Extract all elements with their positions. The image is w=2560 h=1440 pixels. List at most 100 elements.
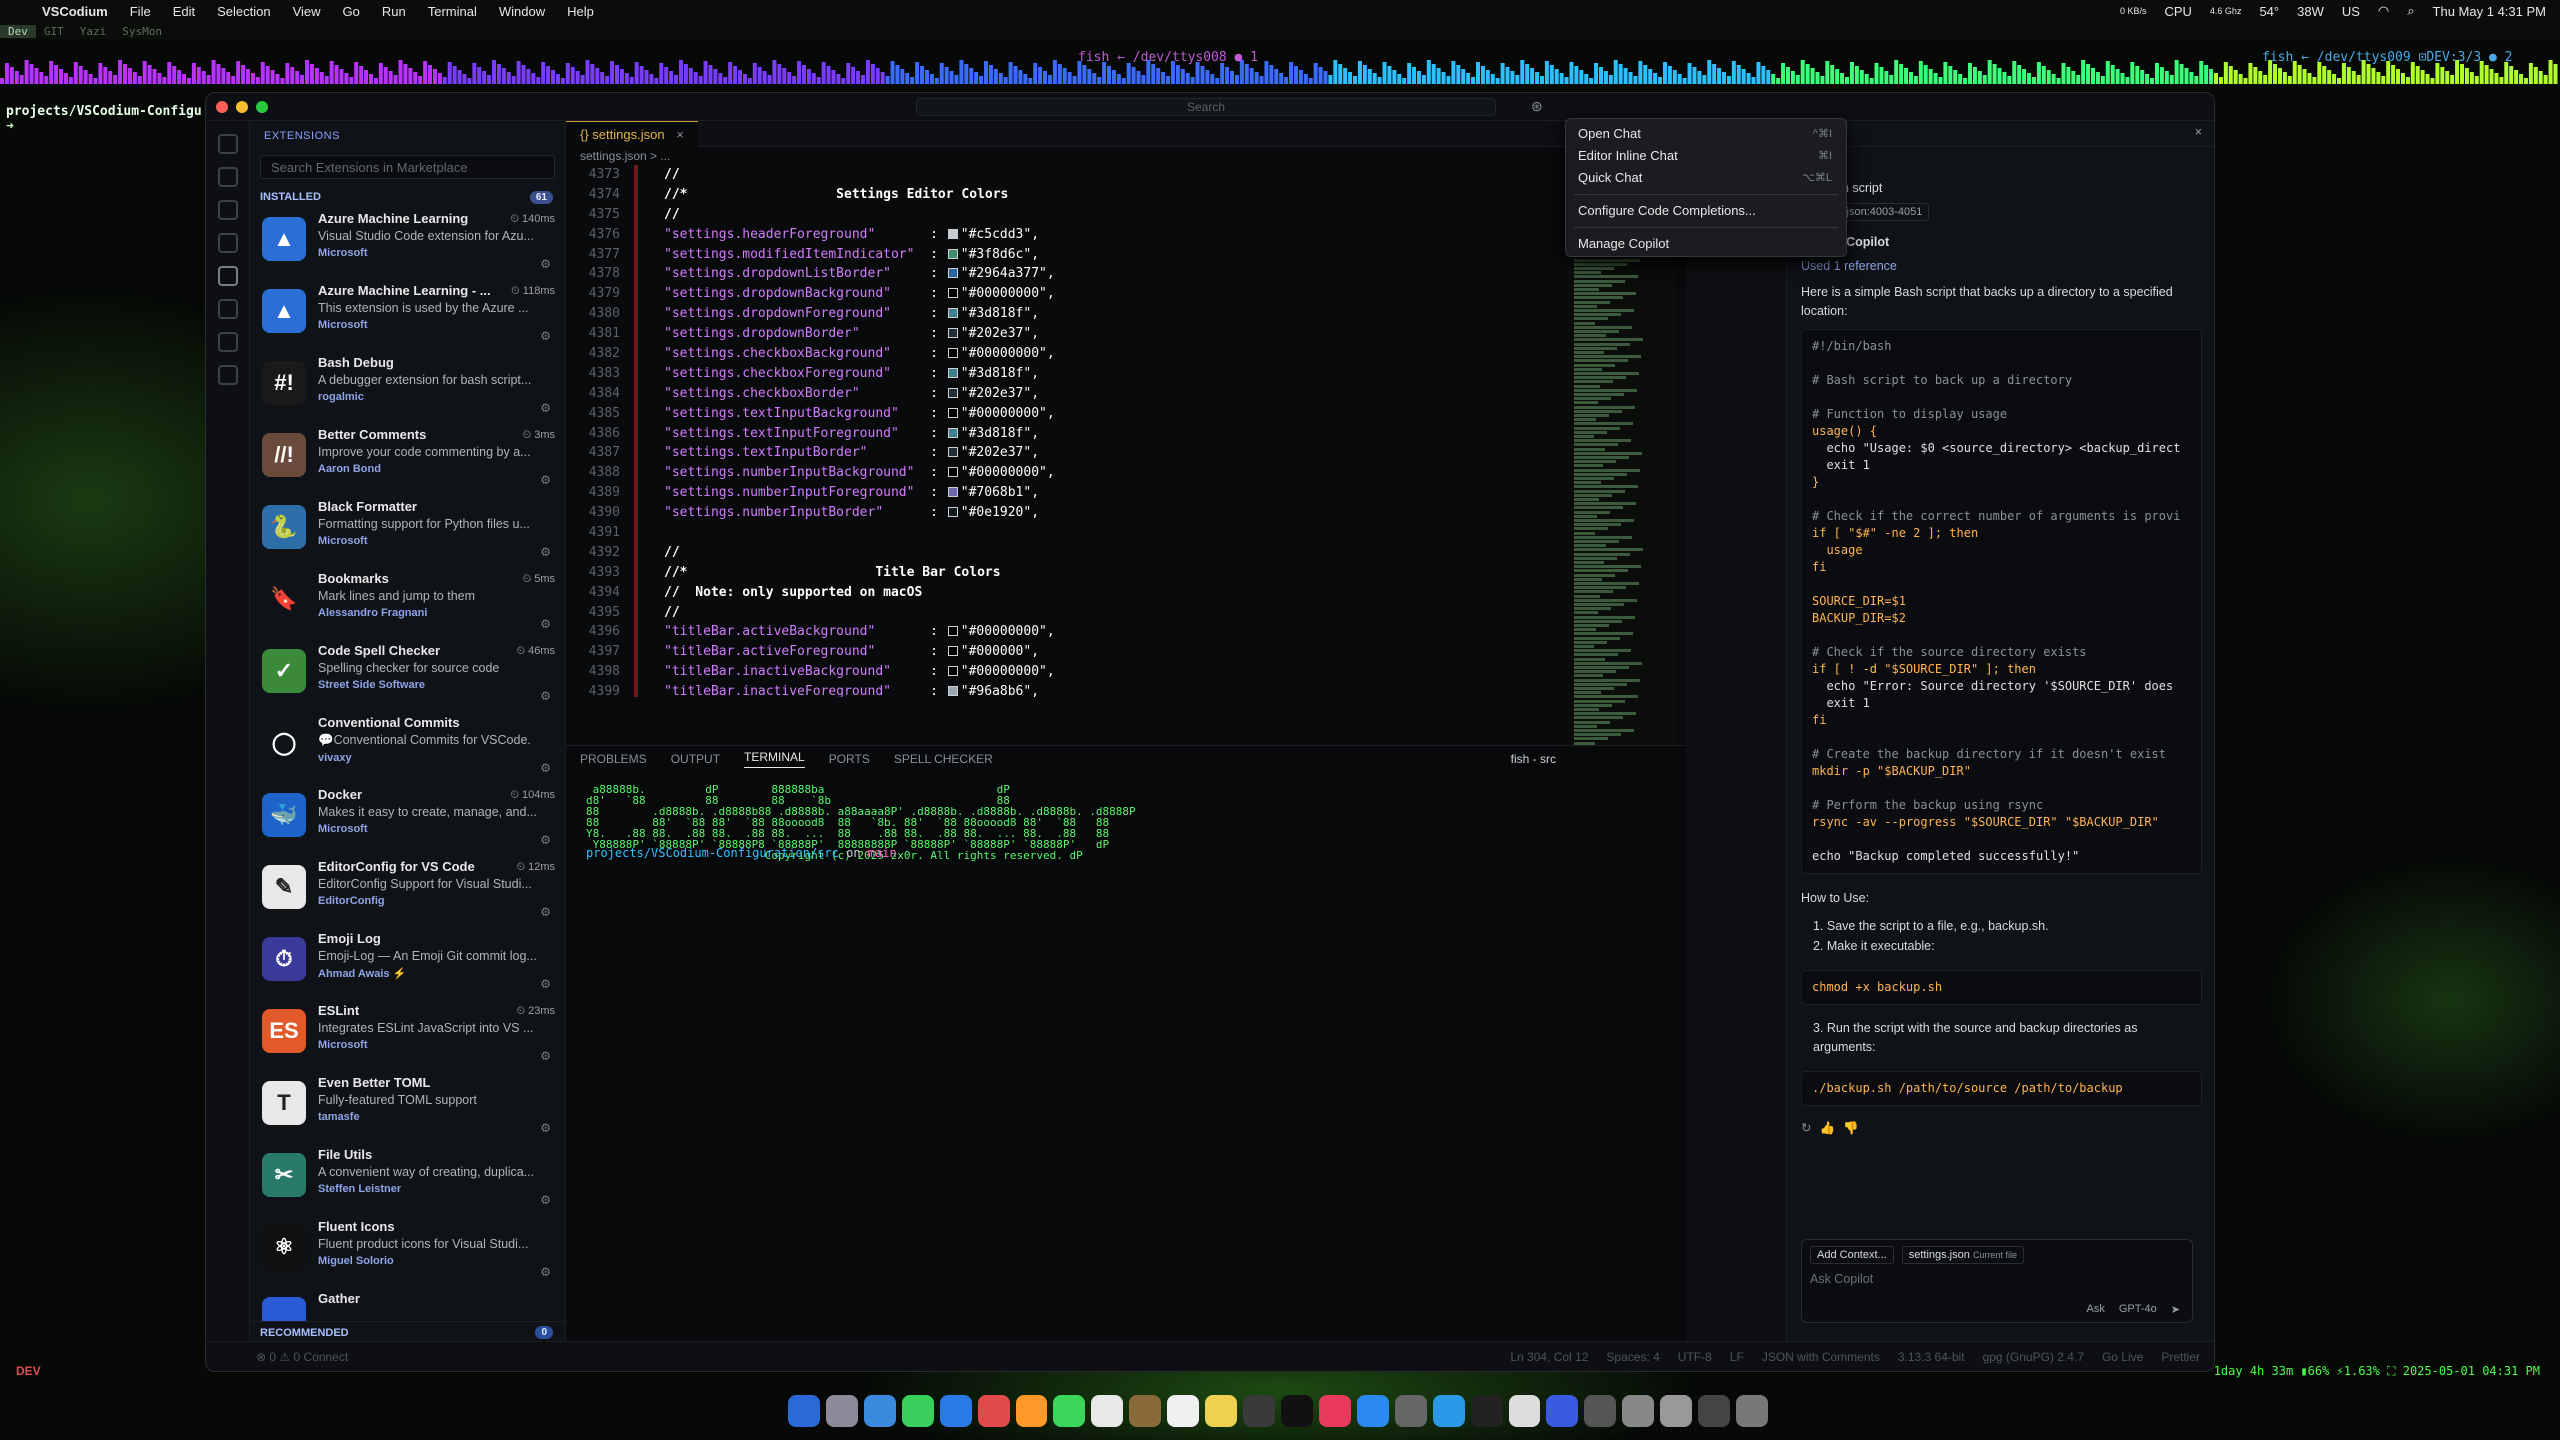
gear-icon[interactable]: ⚙ — [540, 473, 551, 487]
dock-app-icon[interactable] — [1129, 1395, 1162, 1427]
dock-app-icon[interactable] — [1584, 1395, 1617, 1427]
tmux-window-sysmon[interactable]: SysMon — [114, 25, 170, 38]
menu-terminal[interactable]: Terminal — [428, 4, 477, 19]
extensions-icon[interactable] — [218, 266, 238, 286]
gear-icon[interactable]: ⚙ — [540, 977, 551, 991]
menu-manage-copilot[interactable]: Manage Copilot — [1566, 233, 1846, 255]
dock-app-icon[interactable] — [1432, 1395, 1465, 1427]
dock-app-icon[interactable] — [1508, 1395, 1541, 1427]
dock-app-icon[interactable] — [1546, 1395, 1579, 1427]
menu-go[interactable]: Go — [343, 4, 360, 19]
dock-app-icon[interactable] — [825, 1395, 858, 1427]
extension-item[interactable]: #! Bash Debug A debugger extension for b… — [250, 351, 565, 423]
chat-input-field[interactable]: Ask Copilot — [1802, 1270, 2192, 1288]
search-view-icon[interactable] — [218, 167, 238, 187]
extension-item[interactable]: ✎ EditorConfig for VS Code EditorConfig … — [250, 855, 565, 927]
used-references[interactable]: Used 1 reference — [1801, 259, 2202, 273]
extension-item[interactable]: ✓ Code Spell Checker Spelling checker fo… — [250, 639, 565, 711]
gear-icon[interactable]: ⚙ — [540, 1265, 551, 1279]
extension-item[interactable]: ⏱ Emoji Log Emoji-Log — An Emoji Git com… — [250, 927, 565, 999]
explorer-icon[interactable] — [218, 134, 238, 154]
left-terminal-pane[interactable]: projects/VSCodium-Configu ➜ — [6, 104, 202, 134]
color-swatch[interactable] — [947, 487, 958, 498]
color-swatch[interactable] — [947, 348, 958, 359]
gear-icon[interactable]: ⚙ — [540, 545, 551, 559]
tab-spell-checker[interactable]: SPELL CHECKER — [894, 752, 993, 766]
dock-app-icon[interactable] — [1205, 1395, 1238, 1427]
color-swatch[interactable] — [947, 507, 958, 518]
send-icon[interactable]: ➤ — [2171, 1303, 2180, 1316]
menu-configure-completions[interactable]: Configure Code Completions... — [1566, 200, 1846, 222]
status-python-version[interactable]: 3.13.3 64-bit — [1898, 1350, 1965, 1364]
tab-problems[interactable]: PROBLEMS — [580, 752, 647, 766]
menu-app-name[interactable]: VSCodium — [42, 4, 108, 19]
color-swatch[interactable] — [947, 427, 958, 438]
tmux-window-git[interactable]: GIT — [36, 25, 72, 38]
dock-app-icon[interactable] — [1167, 1395, 1200, 1427]
extension-item[interactable]: //! Better Comments Improve your code co… — [250, 423, 565, 495]
dock-app-icon[interactable] — [1318, 1395, 1351, 1427]
dock-app-icon[interactable] — [1470, 1395, 1503, 1427]
color-swatch[interactable] — [947, 447, 958, 458]
extension-item[interactable]: ◯ Conventional Commits 💬Conventional Com… — [250, 711, 565, 783]
gear-icon[interactable]: ⚙ — [540, 689, 551, 703]
close-window-button[interactable] — [216, 101, 228, 113]
menu-help[interactable]: Help — [567, 4, 594, 19]
dock-app-icon[interactable] — [1394, 1395, 1427, 1427]
status-language[interactable]: JSON with Comments — [1762, 1350, 1880, 1364]
testing-icon[interactable] — [218, 299, 238, 319]
dock-app-icon[interactable] — [1660, 1395, 1693, 1427]
dock-app-icon[interactable] — [901, 1395, 934, 1427]
retry-icon[interactable]: ↻ — [1801, 1121, 1819, 1135]
dock-app-icon[interactable] — [1622, 1395, 1655, 1427]
menu-inline-chat[interactable]: Editor Inline Chat ⌘I — [1566, 145, 1846, 167]
dock-app-icon[interactable] — [788, 1395, 820, 1427]
status-encoding[interactable]: UTF-8 — [1678, 1350, 1712, 1364]
containers-icon[interactable] — [218, 365, 238, 385]
run-debug-icon[interactable] — [218, 233, 238, 253]
dock-app-icon[interactable] — [1736, 1395, 1768, 1427]
color-swatch[interactable] — [947, 268, 958, 279]
gear-icon[interactable]: ⚙ — [540, 1049, 551, 1063]
chat-mode-picker[interactable]: Ask — [2087, 1303, 2105, 1316]
gear-icon[interactable]: ⚙ — [540, 257, 551, 271]
dock-app-icon[interactable] — [939, 1395, 972, 1427]
extension-item[interactable]: ▲ Azure Machine Learning Visual Studio C… — [250, 207, 565, 279]
extension-item[interactable]: ⚛ Fluent Icons Fluent product icons for … — [250, 1215, 565, 1287]
command-center-search[interactable]: Search — [916, 98, 1496, 116]
color-swatch[interactable] — [947, 248, 958, 259]
remote-explorer-icon[interactable] — [218, 332, 238, 352]
status-prettier[interactable]: Prettier — [2161, 1350, 2200, 1364]
dock-app-icon[interactable] — [1053, 1395, 1086, 1427]
gear-icon[interactable]: ⚙ — [540, 617, 551, 631]
color-swatch[interactable] — [947, 407, 958, 418]
input-language[interactable]: US — [2342, 4, 2360, 19]
gear-icon[interactable]: ⚙ — [540, 761, 551, 775]
breadcrumb[interactable]: settings.json > ... — [566, 147, 1686, 165]
menu-window[interactable]: Window — [499, 4, 545, 19]
color-swatch[interactable] — [947, 646, 958, 657]
gear-icon[interactable]: ⚙ — [540, 905, 551, 919]
extension-item[interactable]: ✂ File Utils A convenient way of creatin… — [250, 1143, 565, 1215]
dock-app-icon[interactable] — [1015, 1395, 1048, 1427]
menu-quick-chat[interactable]: Quick Chat ⌥⌘L — [1566, 167, 1846, 189]
extension-item[interactable]: 🐍 Black Formatter Formatting support for… — [250, 495, 565, 567]
status-indent[interactable]: Spaces: 4 — [1606, 1350, 1659, 1364]
chat-cmd-chmod[interactable]: chmod +x backup.sh — [1801, 970, 2202, 1005]
color-swatch[interactable] — [947, 467, 958, 478]
chat-code-block[interactable]: #!/bin/bash # Bash script to back up a d… — [1801, 329, 2202, 874]
color-swatch[interactable] — [947, 626, 958, 637]
context-file-chip[interactable]: settings.json Current file — [1901, 1246, 2024, 1264]
menu-edit[interactable]: Edit — [173, 4, 195, 19]
status-cursor-pos[interactable]: Ln 304, Col 12 — [1510, 1350, 1588, 1364]
tab-settings-json[interactable]: {} settings.json × — [566, 121, 698, 147]
add-context-button[interactable]: Add Context... — [1810, 1246, 1894, 1264]
extension-item[interactable]: T Even Better TOML Fully-featured TOML s… — [250, 1071, 565, 1143]
tab-output[interactable]: OUTPUT — [671, 752, 720, 766]
menu-open-chat[interactable]: Open Chat ^⌘I — [1566, 123, 1846, 145]
source-control-icon[interactable] — [218, 200, 238, 220]
dock-app-icon[interactable] — [977, 1395, 1010, 1427]
color-swatch[interactable] — [947, 328, 958, 339]
color-swatch[interactable] — [947, 228, 958, 239]
zoom-window-button[interactable] — [256, 101, 268, 113]
